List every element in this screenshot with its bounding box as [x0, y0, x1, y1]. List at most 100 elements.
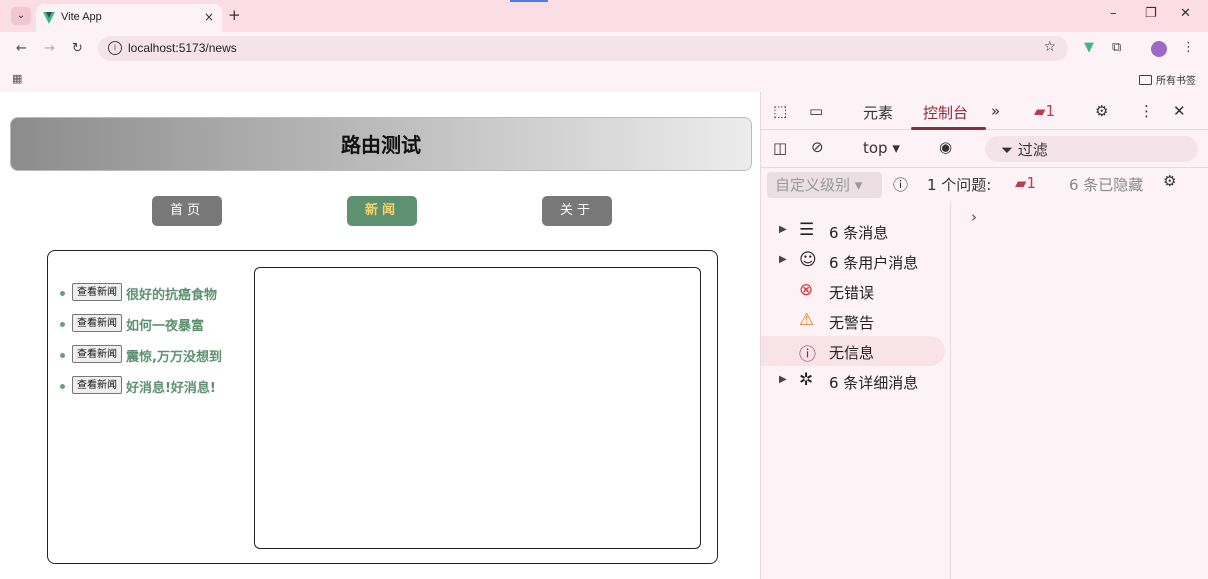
- minimize-button[interactable]: –: [1110, 6, 1117, 21]
- expand-arrow-icon[interactable]: ▶: [779, 254, 787, 265]
- new-tab-button[interactable]: +: [228, 6, 241, 24]
- app-page: 路由测试 首页 新闻 关于 查看新闻 很好的抗癌食物 查看新闻 如何一夜暴富 查…: [0, 92, 760, 579]
- device-toolbar-icon[interactable]: ▭: [809, 102, 823, 120]
- news-link[interactable]: 好消息!好消息!: [126, 377, 216, 396]
- sidebar-item-warnings[interactable]: ⚠ 无警告: [761, 306, 945, 336]
- settings-gear-icon[interactable]: ⚙: [1095, 102, 1108, 120]
- news-panel: 查看新闻 很好的抗癌食物 查看新闻 如何一夜暴富 查看新闻 震惊,万万没想到 查…: [47, 250, 718, 564]
- issues-badge[interactable]: ▰1: [1034, 102, 1055, 120]
- console-filter-input[interactable]: ⏷ 过滤: [985, 136, 1198, 162]
- more-tabs-icon[interactable]: »: [991, 102, 1000, 120]
- issues-summary-badge[interactable]: ▰1: [1015, 174, 1036, 192]
- view-news-button[interactable]: 查看新闻: [72, 314, 122, 332]
- sidebar-item-errors[interactable]: ⊗ 无错误: [761, 276, 945, 306]
- tab-close-icon[interactable]: ×: [204, 10, 214, 24]
- sidebar-item-messages[interactable]: ▶ ☰ 6 条消息: [761, 216, 945, 246]
- sidebar-item-info[interactable]: ⓘ 无信息: [761, 336, 945, 366]
- extensions-icon[interactable]: ⧉: [1112, 40, 1121, 55]
- expand-arrow-icon[interactable]: ▶: [779, 374, 787, 385]
- nav-news-link[interactable]: 新闻: [347, 196, 417, 226]
- news-link[interactable]: 很好的抗癌食物: [126, 284, 217, 303]
- sidebar-item-user-messages[interactable]: ▶ ☺ 6 条用户消息: [761, 246, 945, 276]
- live-expression-eye-icon[interactable]: ◉: [939, 138, 952, 156]
- back-icon[interactable]: ←: [16, 41, 27, 56]
- page-title: 路由测试: [10, 117, 752, 171]
- expand-arrow-icon[interactable]: ▶: [779, 224, 787, 235]
- vue-devtools-icon[interactable]: ▼: [1084, 40, 1094, 55]
- reload-icon[interactable]: ↻: [72, 41, 83, 56]
- forward-icon[interactable]: →: [44, 41, 55, 56]
- sidebar-item-label: 6 条用户消息: [829, 254, 919, 272]
- drag-hint: [510, 0, 548, 2]
- tab-console[interactable]: 控制台: [923, 102, 968, 123]
- news-list: 查看新闻 很好的抗癌食物 查看新闻 如何一夜暴富 查看新闻 震惊,万万没想到 查…: [60, 283, 260, 407]
- nav-about-link[interactable]: 关于: [542, 196, 612, 226]
- filter-placeholder-text: 过滤: [1017, 141, 1048, 159]
- news-link[interactable]: 如何一夜暴富: [126, 315, 204, 334]
- clear-console-icon[interactable]: ⊘: [811, 138, 824, 156]
- devtools-menu-icon[interactable]: ⋮: [1139, 102, 1154, 120]
- issues-summary-count: 1: [1026, 174, 1037, 192]
- news-link[interactable]: 震惊,万万没想到: [126, 346, 222, 365]
- log-level-select[interactable]: 自定义级别 ▾: [767, 172, 882, 198]
- profile-avatar[interactable]: [1151, 41, 1167, 57]
- bookmark-star-icon[interactable]: ☆: [1043, 39, 1056, 55]
- devtools-panel: ⬚ ▭ 元素 控制台 » ▰1 ⚙ ⋮ ✕ ◫ ⊘ top ▾ ◉ ⏷ 过滤 自…: [760, 92, 1208, 579]
- error-icon: ⊗: [799, 280, 814, 300]
- omnibox[interactable]: i localhost:5173/news ☆: [98, 36, 1068, 61]
- bullet-icon: [60, 322, 65, 327]
- tab-elements[interactable]: 元素: [863, 102, 893, 123]
- folder-icon: [1139, 75, 1152, 85]
- apps-grid-icon[interactable]: ▦: [12, 72, 22, 85]
- filter-funnel-icon: ⏷: [1001, 141, 1014, 159]
- user-icon: ☺: [799, 250, 817, 270]
- close-window-button[interactable]: ✕: [1180, 6, 1191, 21]
- bullet-icon: [60, 384, 65, 389]
- browser-tab[interactable]: Vite App ×: [36, 4, 222, 32]
- nav-home-link[interactable]: 首页: [152, 196, 222, 226]
- info-circle-icon: ⓘ: [893, 176, 909, 194]
- restore-button[interactable]: ❐: [1145, 6, 1157, 21]
- list-icon: ☰: [799, 220, 815, 240]
- bug-icon: ✲: [799, 370, 814, 390]
- news-item: 查看新闻 很好的抗癌食物: [60, 283, 260, 314]
- hidden-count[interactable]: 6 条已隐藏: [1069, 174, 1143, 195]
- view-news-button[interactable]: 查看新闻: [72, 345, 122, 363]
- close-devtools-icon[interactable]: ✕: [1173, 102, 1186, 120]
- context-selector[interactable]: top ▾: [863, 139, 900, 157]
- site-info-icon[interactable]: i: [108, 41, 122, 55]
- all-bookmarks-label: 所有书签: [1156, 76, 1196, 87]
- bullet-icon: [60, 353, 65, 358]
- console-toolbar: ◫ ⊘ top ▾ ◉ ⏷ 过滤: [761, 130, 1208, 168]
- vite-logo-icon: [43, 12, 55, 24]
- console-levelbar: 自定义级别 ▾ ⓘ 1 个问题: ▰1 6 条已隐藏 ⚙: [761, 168, 1208, 202]
- news-item: 查看新闻 好消息!好消息!: [60, 376, 260, 407]
- info-icon: ⓘ: [799, 345, 816, 365]
- issues-summary[interactable]: 1 个问题:: [927, 174, 991, 195]
- news-detail-view: [254, 267, 701, 549]
- browser-menu-icon[interactable]: ⋮: [1182, 40, 1195, 55]
- bookmarks-bar: ▦ 所有书签: [0, 65, 1208, 92]
- view-news-button[interactable]: 查看新闻: [72, 283, 122, 301]
- context-label: top: [863, 139, 888, 157]
- sidebar-item-label: 无警告: [829, 314, 875, 332]
- tab-title: Vite App: [61, 11, 102, 23]
- filter-placeholder: ⏷ 过滤: [1001, 139, 1048, 160]
- warning-icon: ⚠: [799, 310, 815, 330]
- view-news-button[interactable]: 查看新闻: [72, 376, 122, 394]
- sidebar-item-verbose[interactable]: ▶ ✲ 6 条详细消息: [761, 366, 945, 396]
- log-level-label: 自定义级别: [775, 176, 851, 194]
- console-settings-icon[interactable]: ⚙: [1163, 172, 1176, 190]
- news-item: 查看新闻 震惊,万万没想到: [60, 345, 260, 376]
- devtools-tabbar: ⬚ ▭ 元素 控制台 » ▰1 ⚙ ⋮ ✕: [761, 92, 1208, 130]
- bullet-icon: [60, 291, 65, 296]
- inspect-element-icon[interactable]: ⬚: [773, 102, 787, 120]
- sidebar-item-label: 6 条消息: [829, 224, 889, 242]
- url-text[interactable]: localhost:5173/news: [128, 41, 237, 55]
- tab-search-button[interactable]: ⌄: [11, 7, 31, 25]
- sidebar-item-label: 无信息: [829, 344, 875, 362]
- all-bookmarks-folder[interactable]: 所有书签: [1139, 72, 1196, 87]
- console-prompt-icon[interactable]: ›: [971, 208, 977, 226]
- sidebar-toggle-icon[interactable]: ◫: [773, 139, 787, 157]
- issue-flag-icon: ▰: [1034, 102, 1046, 120]
